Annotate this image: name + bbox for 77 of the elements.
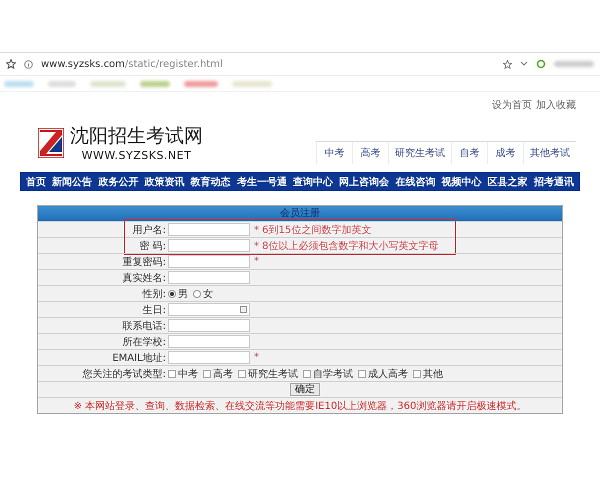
nav-item[interactable]: 查询中心 xyxy=(293,174,334,188)
text-field[interactable] xyxy=(168,319,250,332)
top-link[interactable]: 设为首页 xyxy=(492,98,532,112)
top-link[interactable]: 加入收藏 xyxy=(536,98,576,112)
calendar-icon xyxy=(240,306,247,313)
nav-item[interactable]: 首页 xyxy=(26,174,46,188)
checkbox[interactable] xyxy=(238,370,246,378)
nav-item[interactable]: 新闻公告 xyxy=(52,174,92,188)
nav-item[interactable]: 教育动态 xyxy=(190,174,231,188)
form-title: 会员注册 xyxy=(38,206,562,221)
checkbox[interactable] xyxy=(358,370,366,378)
field-hint: * 8位以上必须包含数字和大小写英文字母 xyxy=(254,240,439,252)
text-field[interactable] xyxy=(168,255,250,268)
text-field[interactable] xyxy=(168,271,250,284)
checkbox-option[interactable]: 高考 xyxy=(203,366,233,380)
blurred-bookmark[interactable] xyxy=(140,80,170,86)
field-label: 联系电话: xyxy=(122,320,167,332)
blurred-bookmark[interactable] xyxy=(90,80,126,86)
field-label: 所在学校: xyxy=(122,336,167,348)
field-label: EMAIL地址: xyxy=(111,352,167,364)
radio-option[interactable]: 女 xyxy=(193,286,213,300)
nav-item[interactable]: 考生一号通 xyxy=(236,174,287,188)
text-field[interactable] xyxy=(168,351,250,364)
checkbox-option[interactable]: 其他 xyxy=(413,366,443,380)
checkbox[interactable] xyxy=(168,370,176,378)
field-hint: * 6到15位之间数字加英文 xyxy=(254,224,372,236)
checkbox-option[interactable]: 自学考试 xyxy=(303,366,353,380)
field-label: 用户名: xyxy=(132,224,167,236)
exam-tab[interactable]: 成考 xyxy=(487,142,523,164)
logo-icon xyxy=(38,128,64,158)
blurred-account xyxy=(554,61,594,67)
radio-button[interactable] xyxy=(168,290,176,298)
text-field[interactable] xyxy=(168,335,250,348)
checkbox-option[interactable]: 成人高考 xyxy=(358,366,408,380)
blurred-bookmark[interactable] xyxy=(232,80,272,86)
checkbox[interactable] xyxy=(413,370,421,378)
exam-tab[interactable]: 高考 xyxy=(352,142,388,164)
nav-item[interactable]: 区县之家 xyxy=(488,174,528,188)
radio-button[interactable] xyxy=(193,290,201,298)
chevron-icon[interactable] xyxy=(520,61,528,67)
checkbox-option[interactable]: 研究生考试 xyxy=(238,366,298,380)
checkbox[interactable] xyxy=(203,370,211,378)
nav-item[interactable]: 视频中心 xyxy=(442,174,482,188)
field-label: 性别: xyxy=(141,288,167,300)
field-hint: * xyxy=(254,352,259,363)
exam-tab[interactable]: 研究生考试 xyxy=(388,142,451,164)
exam-tab[interactable]: 自考 xyxy=(451,142,487,164)
nav-item[interactable]: 网上咨询会 xyxy=(339,174,390,188)
site-url: WWW.SYZSKS.NET xyxy=(82,149,192,162)
radio-option[interactable]: 男 xyxy=(168,286,188,300)
field-label: 生日: xyxy=(142,304,167,316)
star-icon[interactable] xyxy=(6,59,16,69)
exam-tab[interactable]: 其他考试 xyxy=(523,142,576,164)
notice-text: ※ 本网站登录、查询、数据检索、在线交流等功能需要IE10以上浏览器，360浏览器请开启极速模式。 xyxy=(74,400,526,412)
nav-item[interactable]: 政策资讯 xyxy=(144,174,185,188)
star-icon[interactable] xyxy=(503,60,512,68)
site-title: 沈阳招生考试网 xyxy=(70,124,203,149)
nav-item[interactable]: 招考通讯 xyxy=(534,174,574,188)
info-icon[interactable] xyxy=(24,60,33,68)
text-field[interactable] xyxy=(168,239,250,252)
date-field[interactable] xyxy=(168,303,250,316)
field-hint: * xyxy=(254,256,259,267)
field-label: 密 码: xyxy=(138,240,167,252)
nav-item[interactable]: 政务公开 xyxy=(98,174,138,188)
field-label: 真实姓名: xyxy=(122,272,167,284)
checkbox[interactable] xyxy=(303,370,311,378)
exam-tab[interactable]: 中考 xyxy=(316,142,352,164)
address-field[interactable]: www.syzsks.com/static/register.html xyxy=(41,58,495,70)
blurred-bookmark[interactable] xyxy=(48,80,76,86)
checkbox-option[interactable]: 中考 xyxy=(168,366,198,380)
nav-item[interactable]: 在线咨询 xyxy=(395,174,436,188)
blurred-bookmark[interactable] xyxy=(4,80,34,86)
submit-button[interactable]: 确定 xyxy=(290,383,320,396)
field-label: 您关注的考试类型: xyxy=(82,368,167,380)
field-label: 重复密码: xyxy=(122,256,167,268)
text-field[interactable] xyxy=(168,223,250,236)
blurred-bookmark[interactable] xyxy=(184,80,218,86)
